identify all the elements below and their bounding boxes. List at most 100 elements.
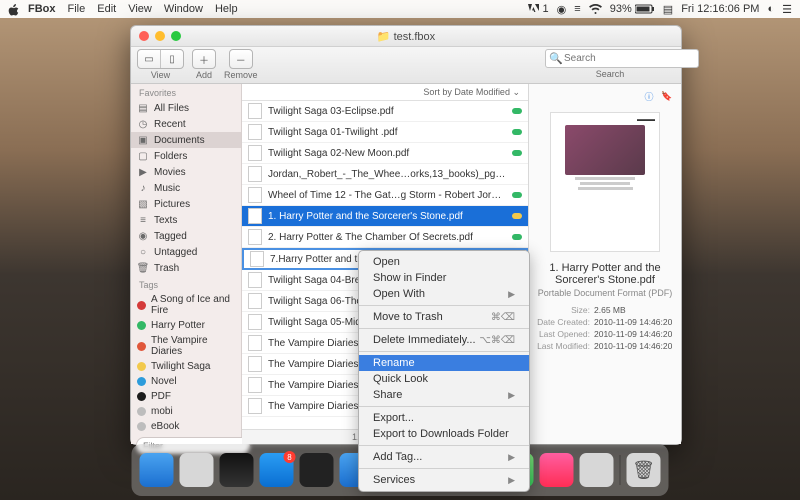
sidebar-item-all-files[interactable]: ▤All Files xyxy=(131,100,241,116)
menu-item-quick-look[interactable]: Quick Look xyxy=(359,371,529,387)
menu-help[interactable]: Help xyxy=(215,3,238,15)
menu-item-export-to-downloads-folder[interactable]: Export to Downloads Folder xyxy=(359,426,529,442)
sidebar-item-untagged[interactable]: ○Untagged xyxy=(131,244,241,260)
dock-siri[interactable] xyxy=(220,453,254,487)
menu-view[interactable]: View xyxy=(128,3,152,15)
file-thumb-icon xyxy=(248,145,262,161)
menu-item-export-[interactable]: Export... xyxy=(359,410,529,426)
sidebar-item-documents[interactable]: ▣Documents xyxy=(131,132,241,148)
submenu-arrow-icon: ▶ xyxy=(508,390,515,401)
menu-item-share[interactable]: Share ▶ xyxy=(359,387,529,403)
tag-dot xyxy=(137,407,146,416)
clock[interactable]: Fri 12:16:06 PM xyxy=(681,3,759,15)
menuextras-icon[interactable]: ≡ xyxy=(574,3,580,15)
flag-icon[interactable]: ▤ xyxy=(663,3,673,16)
sidebar-item-texts[interactable]: ≡Texts xyxy=(131,212,241,228)
titlebar[interactable]: 📁 test.fbox xyxy=(131,26,681,47)
remove-button[interactable]: － xyxy=(229,49,253,69)
menu-item-rename[interactable]: Rename xyxy=(359,355,529,371)
search-input[interactable] xyxy=(545,49,699,68)
tag-label: Novel xyxy=(151,376,177,387)
file-thumb-icon xyxy=(248,314,262,330)
submenu-arrow-icon: ▶ xyxy=(508,289,515,300)
untag-icon: ○ xyxy=(137,246,149,258)
favorites-head: Favorites xyxy=(131,84,241,100)
dock-launchpad[interactable] xyxy=(180,453,214,487)
sidebar-item-pictures[interactable]: ▧Pictures xyxy=(131,196,241,212)
tag-the-vampire-diaries[interactable]: The Vampire Diaries xyxy=(131,333,241,359)
tag-novel[interactable]: Novel xyxy=(131,374,241,389)
tag-label: Harry Potter xyxy=(151,320,205,331)
menu-item-show-in-finder[interactable]: Show in Finder xyxy=(359,270,529,286)
menu-item-open-with[interactable]: Open With▶ xyxy=(359,286,529,302)
sidebar-item-folders[interactable]: ▢Folders xyxy=(131,148,241,164)
spotlight-icon[interactable]: ◐ xyxy=(767,3,774,15)
tag-dot xyxy=(137,321,146,330)
app-name[interactable]: FBox xyxy=(28,3,56,15)
info-tab[interactable]: ⓘ xyxy=(641,88,657,104)
tag-a-song-of-ice-and-fire[interactable]: A Song of Ice and Fire xyxy=(131,292,241,318)
dock-itunes[interactable] xyxy=(540,453,574,487)
tag-pdf[interactable]: PDF xyxy=(131,389,241,404)
status-badge xyxy=(512,192,522,198)
submenu-arrow-icon: ▶ xyxy=(508,452,515,463)
file-row[interactable]: Twilight Saga 03-Eclipse.pdf xyxy=(242,101,528,122)
dock-trash[interactable]: 🗑 xyxy=(627,453,661,487)
menu-item-add-tag-[interactable]: Add Tag...▶ xyxy=(359,449,529,465)
wifi-icon[interactable] xyxy=(589,4,602,14)
file-name: Wheel of Time 12 - The Gat…g Storm - Rob… xyxy=(268,190,506,201)
window-title: test.fbox xyxy=(394,31,436,43)
dock-settings[interactable] xyxy=(580,453,614,487)
file-thumb-icon xyxy=(248,166,262,182)
tag-label: A Song of Ice and Fire xyxy=(151,294,235,316)
file-name: 2. Harry Potter & The Chamber Of Secrets… xyxy=(268,232,506,243)
sidebar-item-trash[interactable]: 🗑Trash xyxy=(131,260,241,276)
dock-finder[interactable] xyxy=(140,453,174,487)
file-row[interactable]: Wheel of Time 12 - The Gat…g Storm - Rob… xyxy=(242,185,528,206)
sidebar-item-tagged[interactable]: ◉Tagged xyxy=(131,228,241,244)
apple-menu[interactable] xyxy=(8,3,20,15)
sidebar-item-label: All Files xyxy=(154,103,189,114)
menu-item-services[interactable]: Services▶ xyxy=(359,472,529,488)
preview-tab[interactable]: 🔖 xyxy=(659,88,675,104)
file-row[interactable]: 2. Harry Potter & The Chamber Of Secrets… xyxy=(242,227,528,248)
adobe-icon[interactable]: 1 xyxy=(528,3,548,15)
dock-appstore[interactable]: 8 xyxy=(260,453,294,487)
menu-file[interactable]: File xyxy=(68,3,86,15)
submenu-arrow-icon: ▶ xyxy=(508,475,515,486)
tag-mobi[interactable]: mobi xyxy=(131,404,241,419)
menu-item-open[interactable]: Open xyxy=(359,254,529,270)
menu-item-move-to-trash[interactable]: Move to Trash⌘⌫ xyxy=(359,309,529,325)
tag-label: Twilight Saga xyxy=(151,361,210,372)
tag-ebook[interactable]: eBook xyxy=(131,419,241,434)
context-menu: OpenShow in FinderOpen With▶ Move to Tras… xyxy=(358,250,530,492)
sort-bar[interactable]: Sort by Date Modified ⌄ xyxy=(242,84,528,101)
file-name: 1. Harry Potter and the Sorcerer's Stone… xyxy=(268,211,506,222)
text-icon: ≡ xyxy=(137,214,149,226)
sidebar-item-movies[interactable]: ▶Movies xyxy=(131,164,241,180)
status-badge xyxy=(512,129,522,135)
sidebar-item-music[interactable]: ♪Music xyxy=(131,180,241,196)
file-row[interactable]: 1. Harry Potter and the Sorcerer's Stone… xyxy=(242,206,528,227)
add-button[interactable]: ＋ xyxy=(192,49,216,69)
file-row[interactable]: Twilight Saga 01-Twilight .pdf xyxy=(242,122,528,143)
file-row[interactable]: Jordan,_Robert_-_The_Whee…orks,13_books)… xyxy=(242,164,528,185)
sidebar: Favorites ▤All Files◷Recent▣Documents▢Fo… xyxy=(131,84,242,444)
badge: 8 xyxy=(284,451,296,463)
tag-harry-potter[interactable]: Harry Potter xyxy=(131,318,241,333)
notification-icon[interactable]: ☰ xyxy=(782,3,792,16)
menu-edit[interactable]: Edit xyxy=(97,3,116,15)
sidebar-item-recent[interactable]: ◷Recent xyxy=(131,116,241,132)
view-toggle[interactable]: ▭▯ xyxy=(137,49,184,69)
tag-twilight-saga[interactable]: Twilight Saga xyxy=(131,359,241,374)
menu-item-delete-immediately-[interactable]: Delete Immediately...⌥⌘⌫ xyxy=(359,332,529,348)
evernote-icon[interactable]: ◉ xyxy=(557,3,567,16)
tag-dot xyxy=(137,342,146,351)
tags-head: Tags xyxy=(131,276,241,292)
menu-window[interactable]: Window xyxy=(164,3,203,15)
battery-icon[interactable]: 93% xyxy=(610,3,655,15)
dock-terminal[interactable] xyxy=(300,453,334,487)
recent-icon: ◷ xyxy=(137,118,149,130)
menu-item-label: Share xyxy=(373,389,402,401)
file-row[interactable]: Twilight Saga 02-New Moon.pdf xyxy=(242,143,528,164)
